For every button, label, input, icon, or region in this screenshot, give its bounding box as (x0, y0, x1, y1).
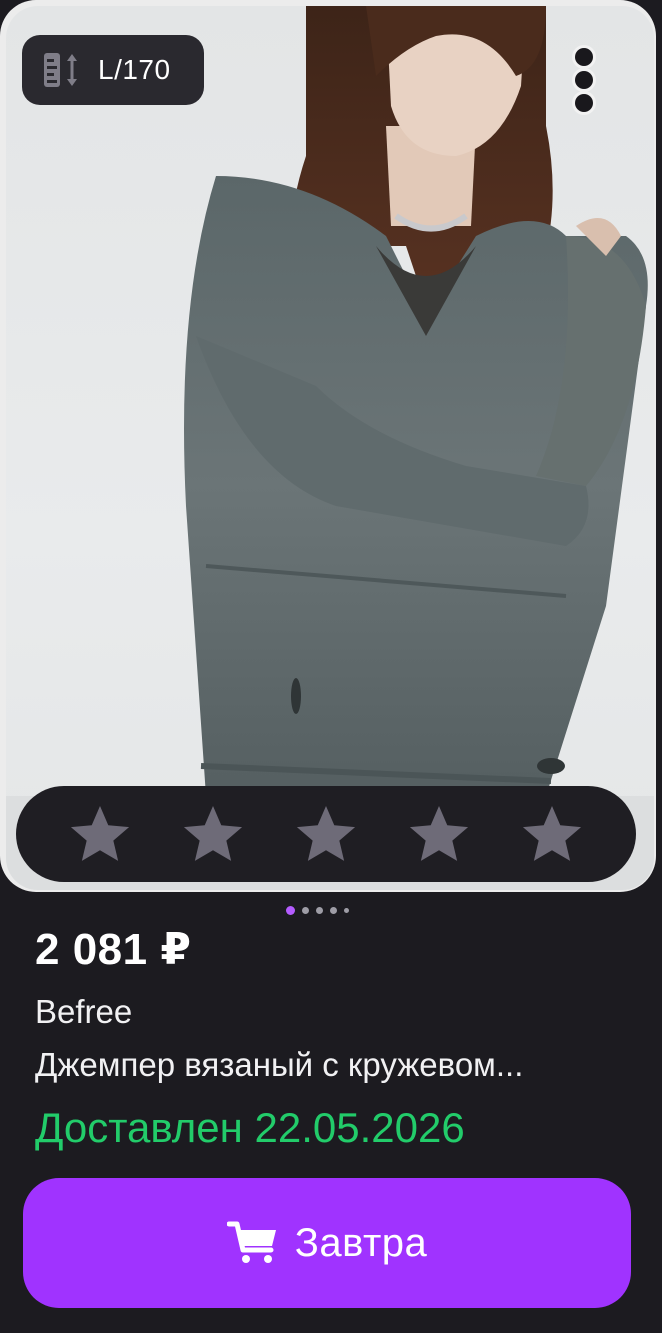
star-icon[interactable] (519, 802, 585, 866)
pager-dot (302, 907, 309, 914)
more-vertical-icon (575, 48, 593, 66)
gallery-pager (286, 906, 349, 915)
size-badge: L/170 (22, 35, 204, 105)
star-icon[interactable] (406, 802, 472, 866)
star-icon[interactable] (67, 802, 133, 866)
rating-stars[interactable] (16, 786, 636, 882)
more-vertical-icon-dot (575, 71, 593, 89)
pager-dot (316, 907, 323, 914)
star-icon[interactable] (180, 802, 246, 866)
delivery-status: Доставлен 22.05.2026 (35, 1104, 465, 1151)
add-to-cart-label: Завтра (294, 1220, 428, 1265)
star-icon[interactable] (293, 802, 359, 866)
cart-icon (226, 1221, 276, 1263)
more-options-button[interactable] (558, 38, 610, 122)
product-photo-illustration (6, 6, 654, 890)
product-image-frame[interactable]: L/170 (0, 0, 656, 892)
product-card[interactable]: L/170 2 081 ₽ Befree Джемпер вязаный с к… (0, 0, 662, 1333)
product-title[interactable]: Джемпер вязаный с кружевом... (35, 1043, 635, 1087)
pager-dot (330, 907, 337, 914)
pager-dot-active (286, 906, 295, 915)
size-label: L/170 (98, 54, 171, 85)
height-ruler-icon (44, 53, 77, 87)
pager-dot (344, 908, 349, 913)
add-to-cart-button[interactable]: Завтра (23, 1178, 631, 1308)
price: 2 081 ₽ (35, 925, 192, 974)
more-vertical-icon-dot (575, 94, 593, 112)
brand-name: Befree (35, 993, 133, 1030)
product-photo[interactable] (6, 6, 654, 890)
